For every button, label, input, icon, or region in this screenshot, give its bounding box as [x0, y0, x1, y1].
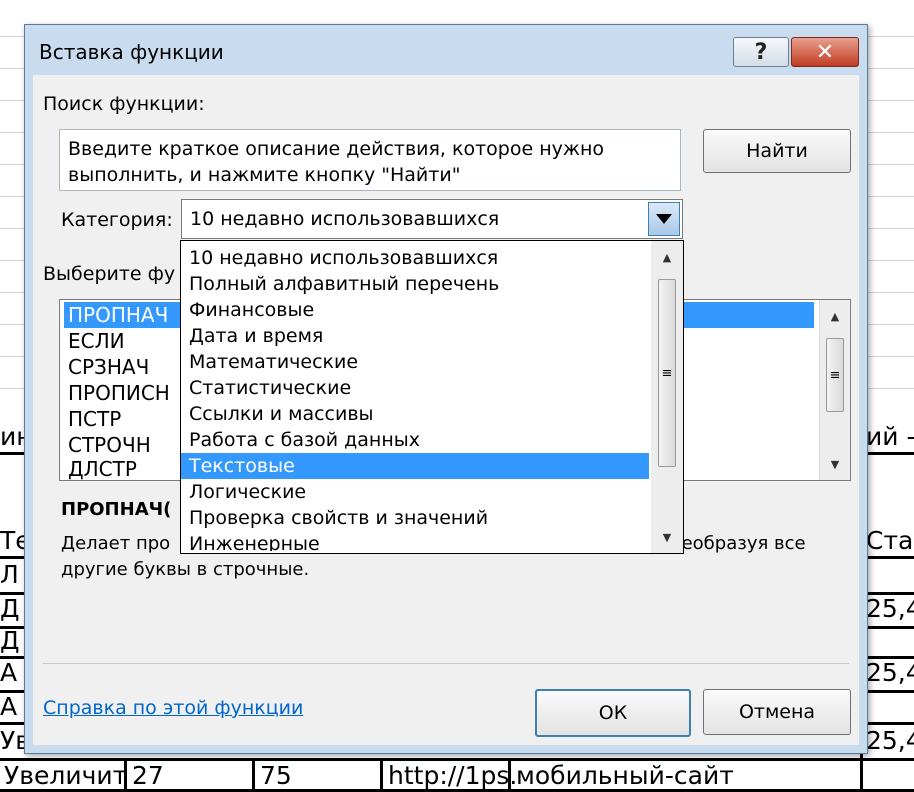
- sheet-cell[interactable]: 25,4: [866, 594, 914, 624]
- dropdown-item[interactable]: Инженерные: [181, 531, 649, 551]
- dropdown-item[interactable]: Логические: [181, 479, 649, 505]
- dropdown-item[interactable]: Проверка свойств и значений: [181, 505, 649, 531]
- search-label: Поиск функции:: [43, 93, 205, 115]
- dialog-title: Вставка функции: [39, 40, 224, 64]
- sheet-cell[interactable]: ий -с: [866, 422, 914, 452]
- search-input[interactable]: Введите краткое описание действия, котор…: [59, 129, 681, 191]
- dropdown-item[interactable]: 10 недавно использовавшихся: [181, 245, 649, 271]
- chevron-down-icon[interactable]: [648, 202, 680, 236]
- dropdown-item-selected[interactable]: Текстовые: [181, 453, 649, 479]
- description-end: реобразуя все: [670, 533, 806, 554]
- ok-button[interactable]: ОК: [535, 689, 691, 737]
- dropdown-scrollbar[interactable]: ▲ ≡ ▼: [651, 241, 683, 553]
- sheet-cell[interactable]: 25,4: [866, 726, 914, 756]
- description-start: Делает про: [61, 533, 171, 554]
- sheet-cell[interactable]: Д: [0, 626, 20, 656]
- select-function-label: Выберите фу: [43, 263, 176, 285]
- sheet-cell[interactable]: А: [0, 692, 17, 722]
- sheet-cell[interactable]: Д: [0, 594, 20, 624]
- table-border: [380, 758, 383, 792]
- dropdown-item[interactable]: Ссылки и массивы: [181, 401, 649, 427]
- list-item[interactable]: ПРОПНАЧ: [68, 302, 168, 328]
- sheet-cell[interactable]: А: [0, 658, 17, 688]
- cancel-button[interactable]: Отмена: [703, 689, 851, 735]
- dropdown-item[interactable]: Финансовые: [181, 297, 649, 323]
- sheet-cell[interactable]: мобильный-сайт: [516, 761, 734, 791]
- list-item[interactable]: СРЗНАЧ: [68, 354, 149, 380]
- list-item[interactable]: ДЛСТР: [68, 456, 137, 482]
- table-border: [252, 758, 255, 792]
- grip-icon: ≡: [829, 367, 841, 383]
- sheet-cell[interactable]: Л: [0, 560, 19, 590]
- list-item[interactable]: ПСТР: [68, 406, 121, 432]
- dropdown-item[interactable]: Статистические: [181, 375, 649, 401]
- list-item[interactable]: СТРОЧН: [68, 432, 151, 458]
- dropdown-item[interactable]: Работа с базой данных: [181, 427, 649, 453]
- find-button[interactable]: Найти: [703, 129, 851, 173]
- category-label: Категория:: [61, 209, 173, 231]
- scroll-thumb[interactable]: ≡: [658, 279, 676, 467]
- category-value: 10 недавно использовавшихся: [190, 208, 500, 230]
- help-button[interactable]: ?: [733, 37, 789, 67]
- description-line-2: другие буквы в строчные.: [61, 559, 310, 580]
- divider: [43, 663, 849, 664]
- sheet-cell[interactable]: Став: [866, 526, 914, 556]
- list-item[interactable]: ПРОПИСН: [68, 380, 170, 406]
- scroll-up-icon[interactable]: ▲: [651, 245, 683, 269]
- dropdown-item[interactable]: Полный алфавитный перечень: [181, 271, 649, 297]
- scroll-thumb[interactable]: ≡: [826, 338, 844, 412]
- dropdown-item[interactable]: Дата и время: [181, 323, 649, 349]
- close-button[interactable]: ✕: [791, 37, 859, 67]
- sheet-cell[interactable]: 75: [260, 761, 292, 791]
- function-signature: ПРОПНАЧ(: [61, 499, 172, 520]
- grip-icon: ≡: [661, 365, 673, 381]
- dropdown-item[interactable]: Математические: [181, 349, 649, 375]
- category-select[interactable]: 10 недавно использовавшихся: [181, 199, 683, 239]
- sheet-cell[interactable]: 25,4: [866, 658, 914, 688]
- sheet-cell[interactable]: Увеличит: [4, 761, 127, 791]
- list-item[interactable]: ЕСЛИ: [68, 328, 125, 354]
- scroll-up-icon[interactable]: ▲: [820, 304, 850, 328]
- function-list-scrollbar[interactable]: ▲ ≡ ▼: [819, 300, 850, 480]
- scroll-down-icon[interactable]: ▼: [651, 525, 683, 549]
- sheet-cell[interactable]: http://1ps.: [388, 761, 517, 791]
- scroll-down-icon[interactable]: ▼: [820, 452, 850, 476]
- sheet-cell[interactable]: 27: [132, 761, 164, 791]
- help-link[interactable]: Справка по этой функции: [43, 697, 303, 719]
- category-dropdown-list[interactable]: 10 недавно использовавшихся Полный алфав…: [180, 240, 684, 554]
